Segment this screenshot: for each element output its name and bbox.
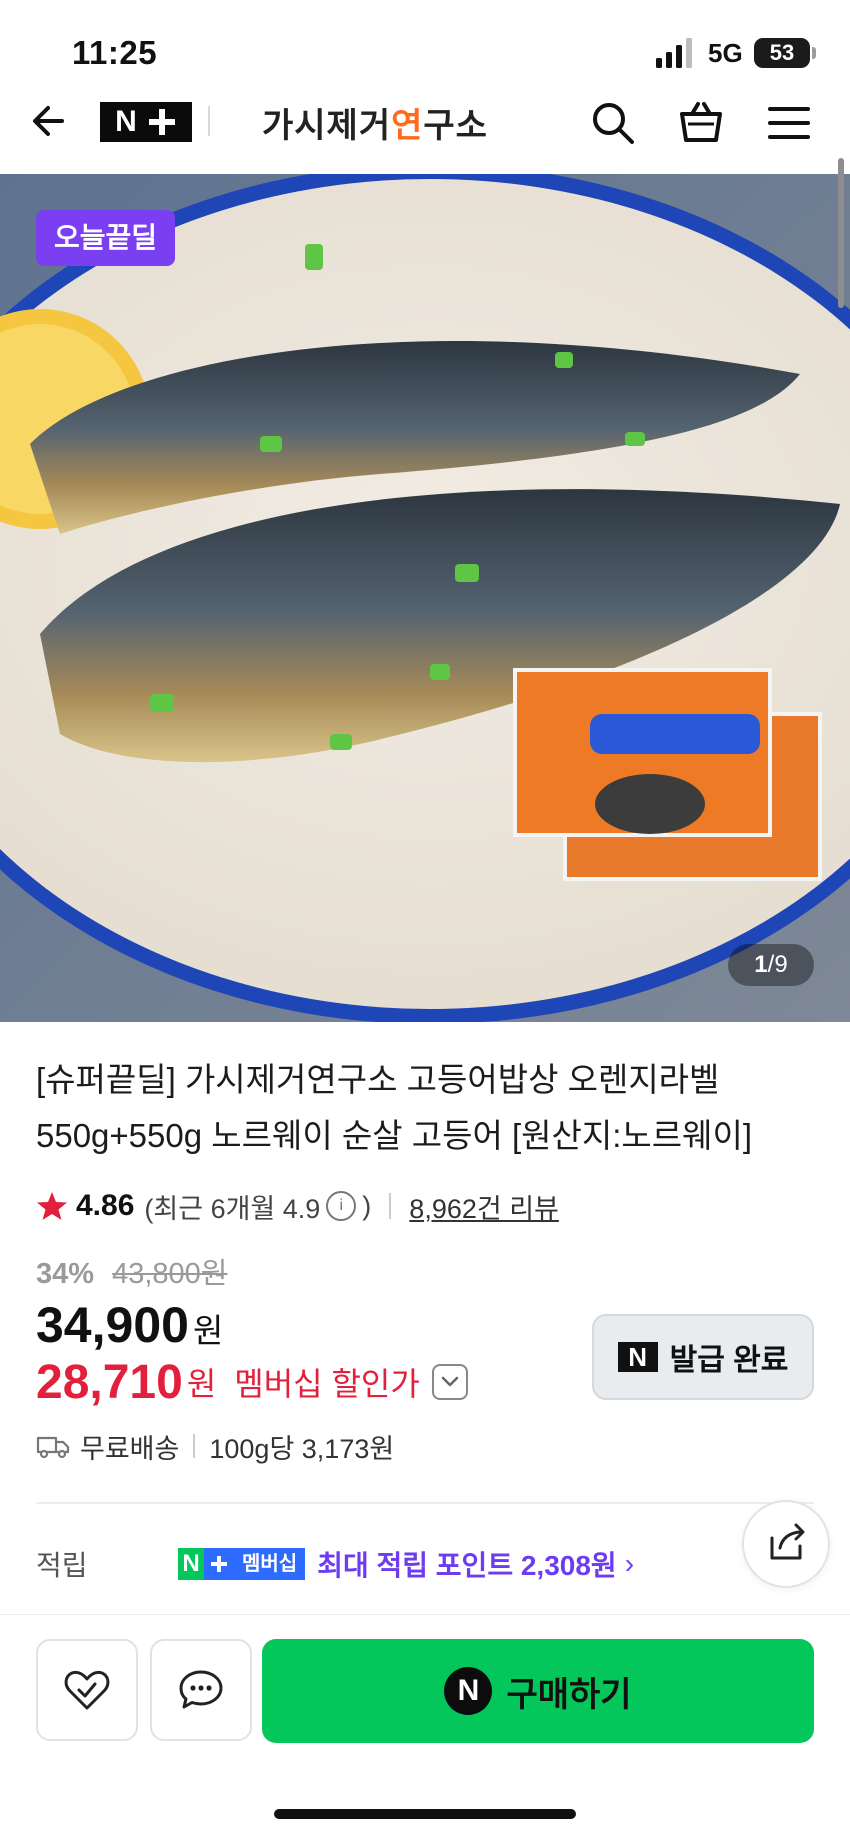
status-bar: 11:25 5G 53 — [0, 0, 850, 96]
membership-price-unit: 원 — [186, 1366, 217, 1402]
status-time: 11:25 — [72, 34, 158, 71]
top-navigation: N 가시제거연구소 — [0, 96, 850, 176]
search-icon[interactable] — [588, 98, 638, 148]
unit-price: 100g당 3,173원 — [209, 1433, 395, 1464]
battery-icon: 53 — [754, 38, 810, 68]
naver-n-icon: N — [617, 1342, 658, 1372]
section-divider — [36, 1502, 814, 1504]
coupon-issued-label: 발급 완료 — [669, 1344, 789, 1377]
recent-rating: (최근 6개월 4.9 — [144, 1193, 321, 1224]
header-divider — [208, 106, 210, 136]
plus-icon — [147, 107, 177, 137]
info-icon[interactable]: i — [326, 1191, 357, 1221]
today-deal-badge: 오늘끝딜 — [36, 210, 176, 266]
sale-price-unit: 원 — [192, 1312, 224, 1349]
chevron-right-icon: › — [624, 1548, 635, 1579]
product-image-gallery[interactable]: 오늘끝딜 1/9 — [0, 174, 850, 1022]
nplus-letter: N — [115, 105, 137, 138]
store-name-logo[interactable]: 가시제거연구소 — [262, 98, 488, 147]
heart-check-icon — [64, 1670, 110, 1710]
share-icon — [770, 1523, 805, 1560]
review-count-link[interactable]: 8,962건 리뷰 — [409, 1187, 559, 1226]
original-price: 43,800원 — [112, 1258, 228, 1290]
cart-icon[interactable] — [676, 98, 726, 148]
truck-icon — [36, 1436, 70, 1459]
points-row[interactable]: 적립 N 멤버십 최대 적립 포인트 2,308원 › — [36, 1544, 634, 1584]
chevron-down-icon[interactable] — [431, 1364, 468, 1400]
rating-score: 4.86 — [76, 1189, 135, 1222]
naver-plus-store-logo[interactable]: N — [100, 102, 192, 142]
network-label: 5G — [708, 38, 743, 68]
sale-price-value: 34,900 — [36, 1297, 189, 1353]
naver-membership-badge: N 멤버십 — [178, 1548, 306, 1580]
membership-price-label: 멤버십 할인가 — [234, 1366, 420, 1402]
product-title: [슈퍼끝딜] 가시제거연구소 고등어밥상 오렌지라벨 550g+550g 노르웨… — [36, 1061, 753, 1154]
badge-member-text: 멤버십 — [234, 1548, 306, 1580]
sale-price: 34,900 원 — [36, 1296, 223, 1354]
scroll-indicator[interactable] — [838, 158, 844, 308]
discount-row: 34% 43,800원 — [36, 1250, 228, 1292]
share-button[interactable] — [742, 1500, 830, 1588]
signal-icon — [656, 38, 692, 68]
star-icon — [37, 1192, 67, 1220]
delivery-divider — [193, 1434, 196, 1458]
delivery-label: 무료배송 — [80, 1433, 180, 1464]
badge-n-letter: N — [178, 1548, 204, 1580]
buy-now-label: 구매하기 — [506, 1675, 632, 1714]
battery-cap — [812, 47, 816, 59]
rating-row: 4.86 (최근 6개월 4.9 i ) 8,962건 리뷰 — [36, 1186, 559, 1226]
chat-bubble-icon — [179, 1670, 223, 1709]
coupon-issued-button[interactable]: N 발급 완료 — [592, 1314, 814, 1400]
membership-price-row: 28,710 원 멤버십 할인가 — [36, 1352, 468, 1412]
rating-divider — [389, 1193, 392, 1219]
buy-now-button[interactable]: N 구매하기 — [262, 1639, 814, 1743]
max-points: 최대 적립 포인트 2,308원 — [317, 1550, 617, 1581]
talk-talk-button[interactable] — [150, 1639, 252, 1741]
badge-plus-icon — [204, 1548, 234, 1580]
recent-rating-close: ) — [362, 1190, 372, 1221]
image-counter: 1/9 — [728, 944, 814, 986]
naver-pay-icon: N — [444, 1667, 493, 1715]
back-arrow-icon[interactable] — [28, 96, 78, 146]
wishlist-button[interactable] — [36, 1639, 138, 1741]
membership-price-value: 28,710 — [36, 1355, 183, 1409]
product-photo — [0, 174, 850, 1022]
delivery-row: 무료배송 100g당 3,173원 — [36, 1426, 394, 1466]
menu-icon[interactable] — [764, 98, 814, 148]
purchase-bar: N 구매하기 — [0, 1614, 850, 1840]
home-indicator[interactable] — [274, 1809, 576, 1819]
discount-percent: 34% — [36, 1258, 95, 1290]
points-label: 적립 — [36, 1550, 88, 1581]
